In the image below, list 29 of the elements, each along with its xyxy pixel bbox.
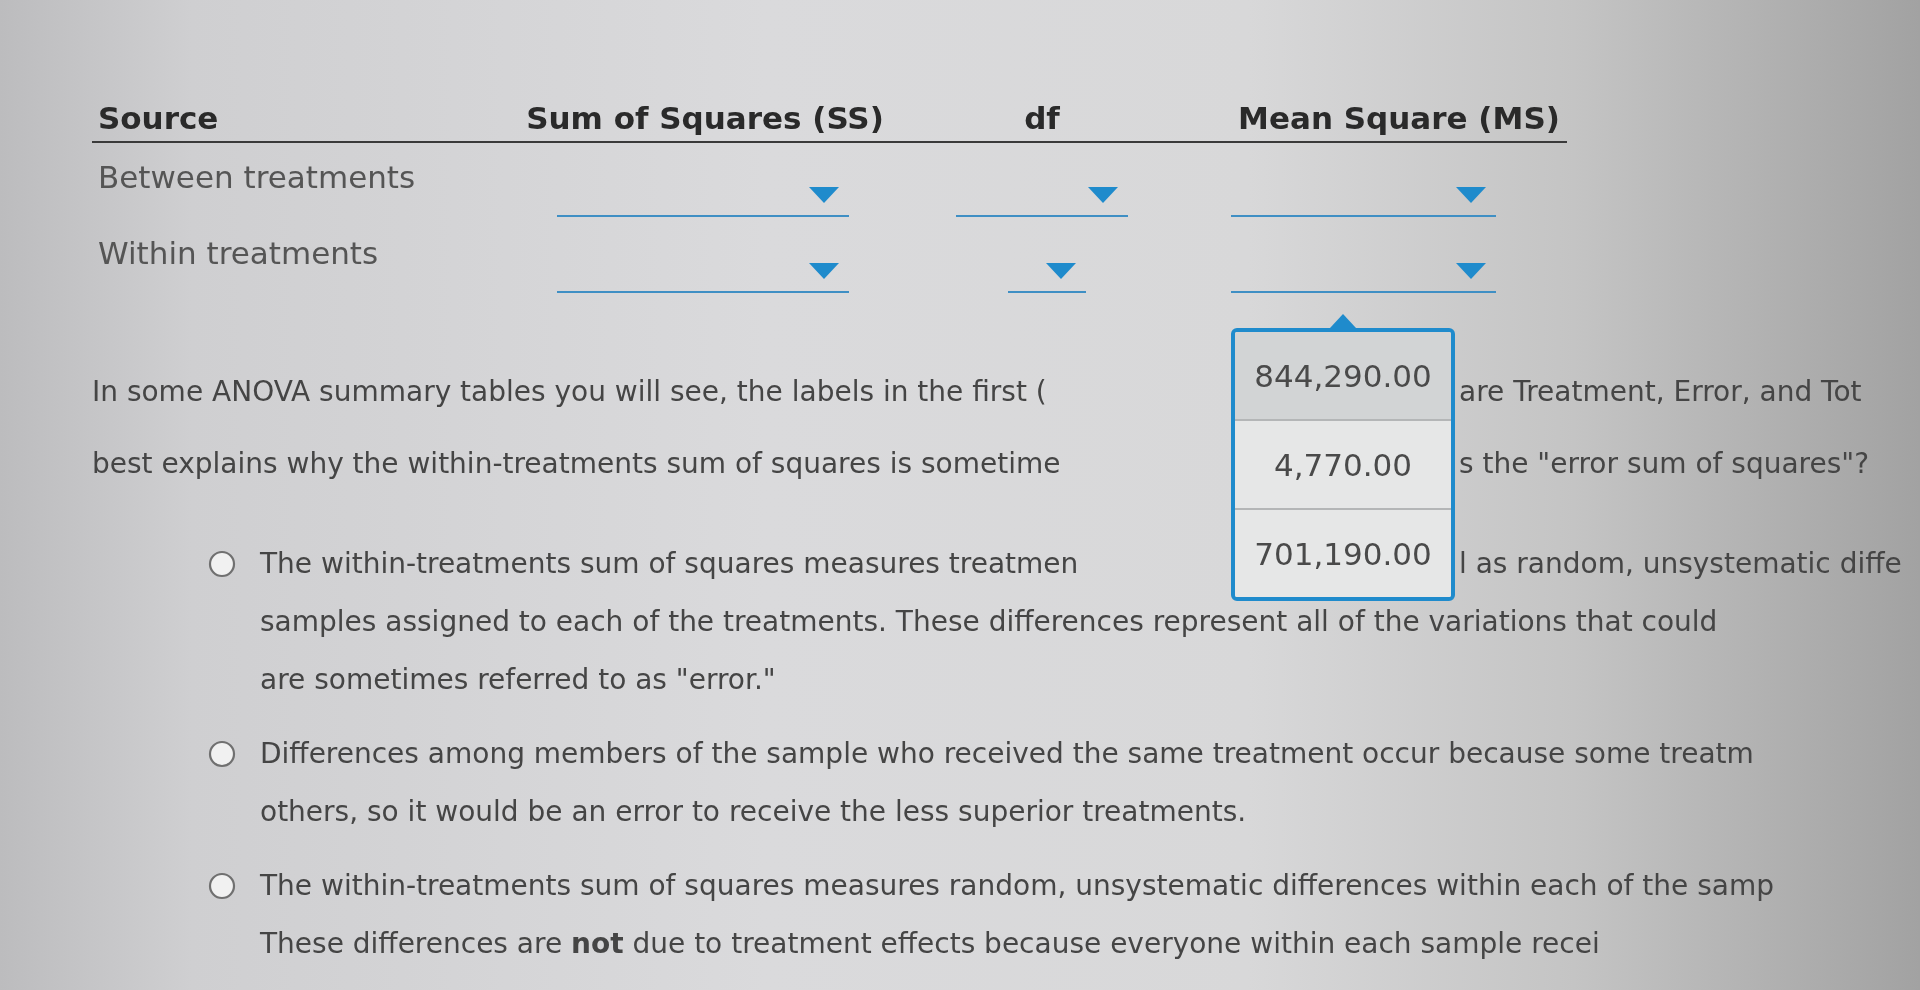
option-text: These differences are not due to treatment effects because everyone within each sample recei <box>260 927 1600 960</box>
option-text: The within-treatments sum of squares measures random, unsystematic differences within each of the samp <box>260 869 1774 902</box>
caret-icon <box>1046 263 1076 279</box>
radio-button[interactable] <box>208 872 236 900</box>
radio-button[interactable] <box>208 740 236 768</box>
option-text: samples assigned to each of the treatments. These differences represent all of the variations that could <box>260 605 1718 638</box>
column-header: Mean Square (MS) <box>1238 100 1560 136</box>
question-text: s the "error sum of squares"? <box>1459 446 1870 482</box>
option-text: others, so it would be an error to receive the less superior treatments. <box>260 795 1247 828</box>
caret-icon <box>1456 187 1486 203</box>
option-text: The within-treatments sum of squares measures treatmen <box>260 546 1079 582</box>
caret-icon <box>1088 187 1118 203</box>
question-text: In some ANOVA summary tables you will see, the labels in the first ( <box>92 374 1047 410</box>
caret-icon <box>809 263 839 279</box>
caret-icon <box>1456 263 1486 279</box>
caret-icon <box>809 187 839 203</box>
option-text: Differences among members of the sample who received the same treatment occur because some treatm <box>260 737 1754 770</box>
dropdown-option[interactable]: 701,190.00 <box>1235 508 1451 597</box>
question-text: are Treatment, Error, and Tot <box>1459 374 1862 410</box>
dropdown-option[interactable]: 844,290.00 <box>1235 332 1451 419</box>
radio-button[interactable] <box>208 550 236 578</box>
option-text: l as random, unsystematic diffe <box>1459 546 1902 582</box>
column-header: Sum of Squares (SS) <box>526 100 884 136</box>
column-header: df <box>1024 100 1060 136</box>
row-label: Between treatments <box>98 159 416 195</box>
column-header: Source <box>98 100 219 136</box>
option-text: are sometimes referred to as "error." <box>260 663 776 696</box>
row-label: Within treatments <box>98 235 379 271</box>
question-text: best explains why the within-treatments sum of squares is sometime <box>92 446 1061 482</box>
